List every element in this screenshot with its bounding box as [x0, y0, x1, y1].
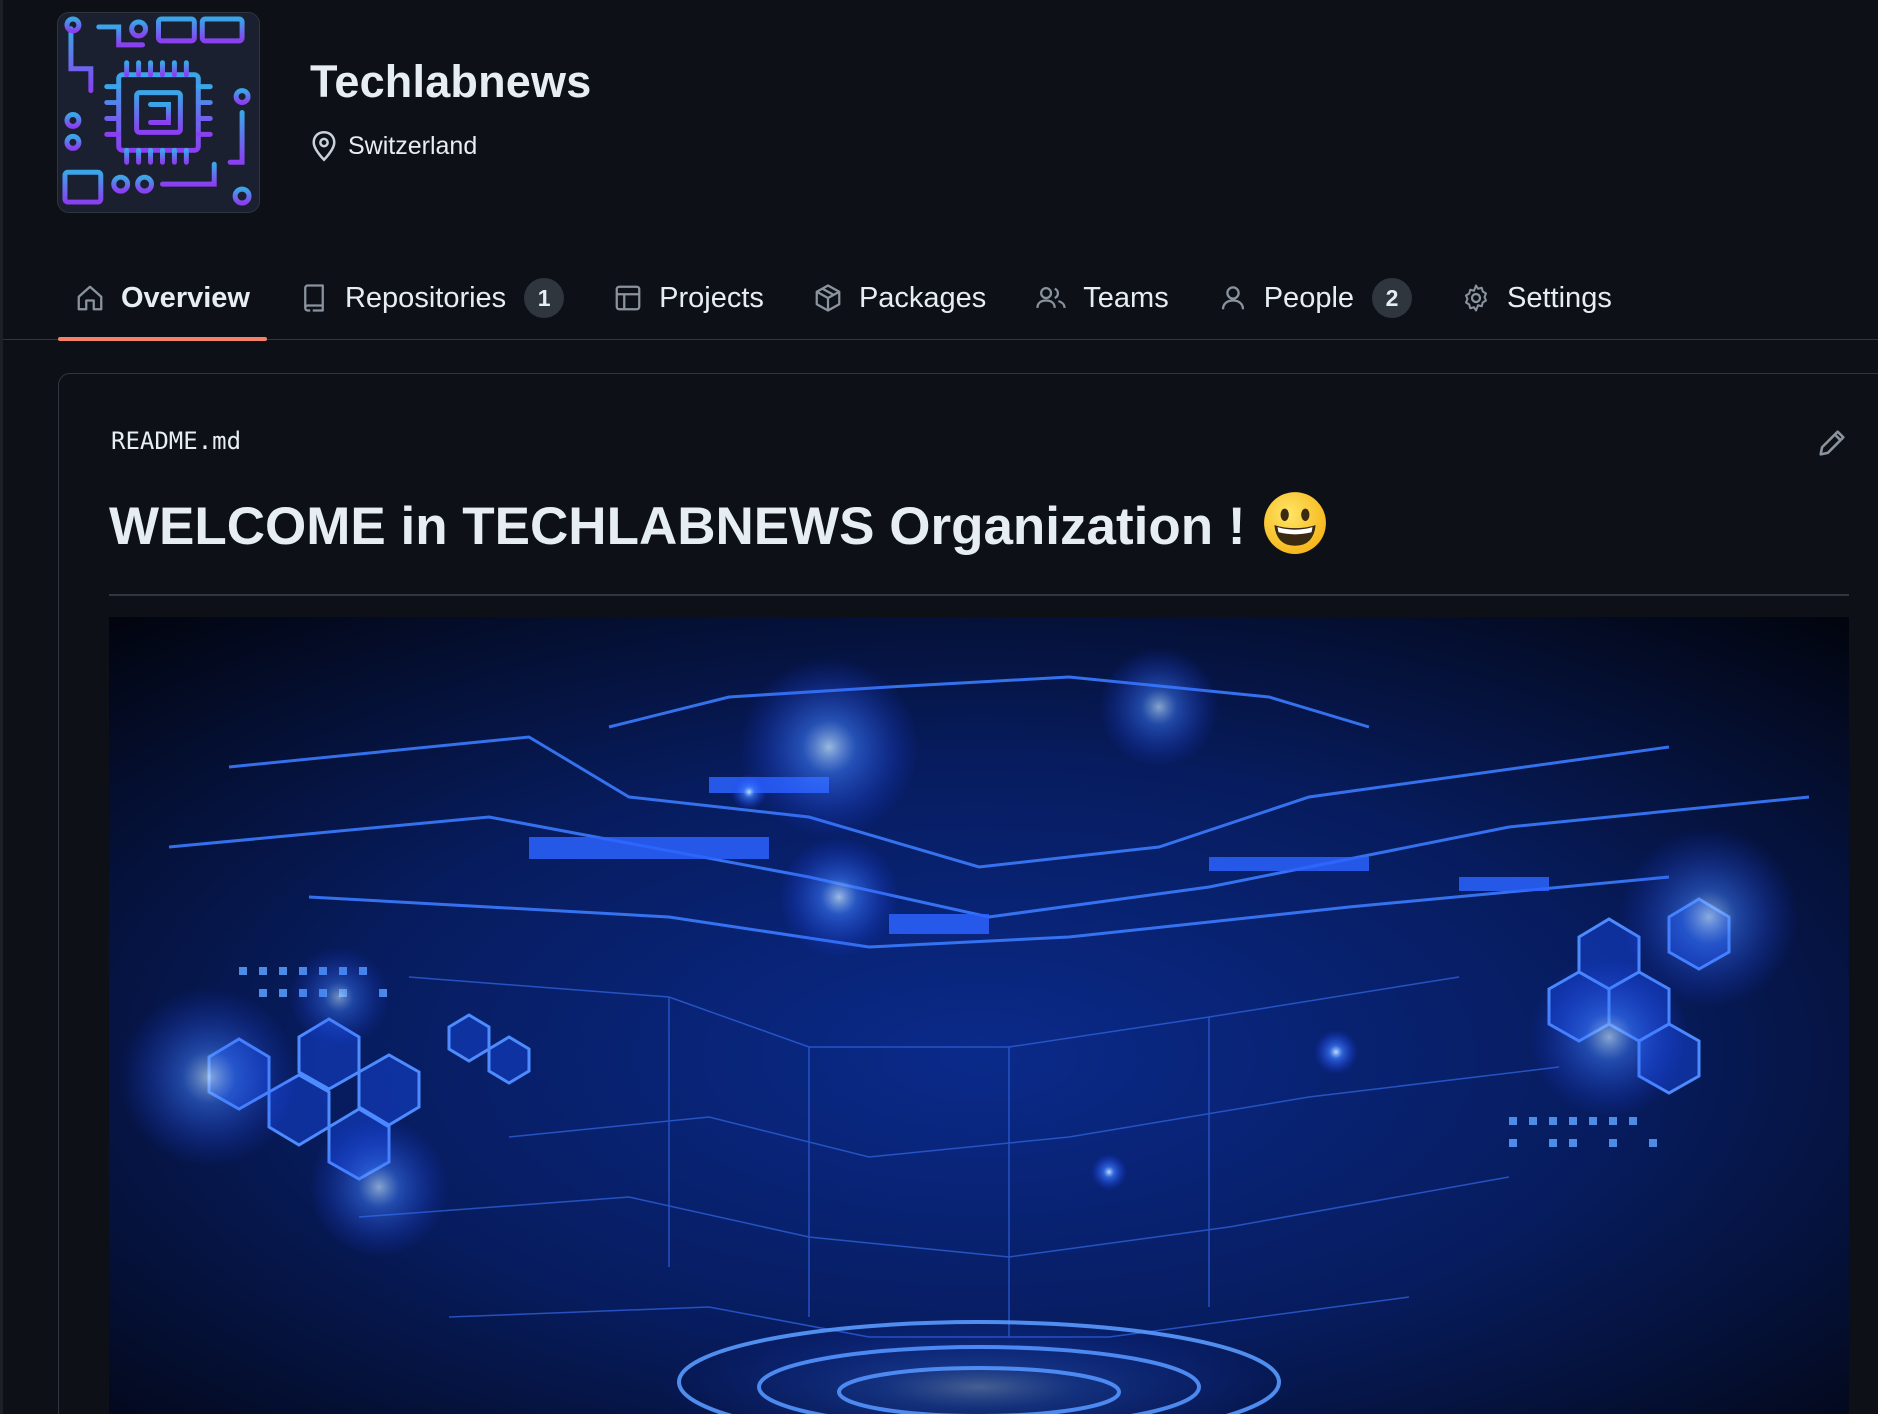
- tab-people[interactable]: People 2: [1201, 256, 1429, 340]
- org-nav-tabs: Overview Repositories 1 Projects Package…: [58, 256, 1644, 341]
- left-divider: [0, 0, 3, 1414]
- pencil-icon: [1819, 430, 1845, 456]
- people-count-badge: 2: [1372, 278, 1413, 318]
- tab-packages-label: Packages: [858, 281, 987, 314]
- package-icon: [815, 284, 841, 312]
- org-nav: Overview Repositories 1 Projects Package…: [3, 256, 1878, 341]
- tab-settings-label: Settings: [1507, 281, 1612, 314]
- readme-banner-image: [109, 617, 1849, 1414]
- person-icon: [1221, 286, 1244, 310]
- repo-icon: [304, 284, 324, 312]
- tab-overview-label: Overview: [121, 281, 250, 314]
- org-name: Techlabnews: [310, 56, 592, 107]
- tab-people-label: People: [1263, 281, 1355, 314]
- tab-teams[interactable]: Teams: [1018, 256, 1185, 340]
- circuit-logo-icon: [59, 13, 258, 212]
- readme-box: README.md WELCOME in TECHLABNEWS Organiz…: [58, 373, 1878, 1414]
- location-pin-icon: [312, 131, 336, 162]
- org-meta: Techlabnews Switzerland: [310, 12, 591, 162]
- tab-settings[interactable]: Settings: [1444, 256, 1629, 340]
- readme-filename: README.md: [111, 427, 242, 455]
- people-icon: [1036, 287, 1066, 308]
- readme-heading: WELCOME in TECHLABNEWS Organization !: [109, 492, 1849, 596]
- tech-circuit-banner: [109, 617, 1849, 1414]
- home-icon: [77, 285, 103, 311]
- org-header: Techlabnews Switzerland: [57, 12, 591, 213]
- tab-repositories[interactable]: Repositories 1: [282, 256, 581, 340]
- edit-readme-button[interactable]: [1815, 426, 1849, 460]
- table-icon: [615, 285, 641, 311]
- gear-icon: [1465, 284, 1488, 312]
- org-page: Techlabnews Switzerland Overview Reposit…: [0, 0, 1878, 1414]
- tab-teams-label: Teams: [1083, 281, 1169, 314]
- org-avatar[interactable]: [57, 12, 260, 213]
- org-location-text: Switzerland: [348, 131, 478, 160]
- org-location: Switzerland: [310, 130, 591, 162]
- tab-overview[interactable]: Overview: [58, 256, 267, 341]
- readme-heading-text: WELCOME in TECHLABNEWS Organization !: [109, 497, 1246, 556]
- tab-packages[interactable]: Packages: [796, 256, 1003, 340]
- tab-repositories-label: Repositories: [344, 281, 507, 314]
- tab-projects[interactable]: Projects: [596, 256, 781, 340]
- repositories-count-badge: 1: [524, 278, 565, 318]
- grinning-face-emoji-icon: [1263, 492, 1326, 554]
- tab-projects-label: Projects: [659, 281, 764, 314]
